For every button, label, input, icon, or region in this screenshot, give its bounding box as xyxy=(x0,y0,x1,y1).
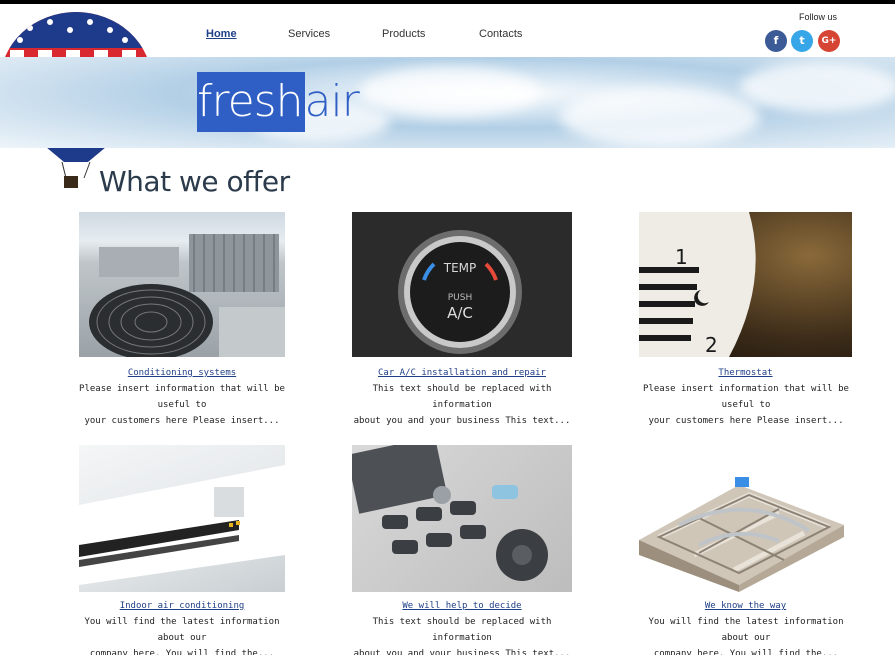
card-desc-line: Please insert information that will be u… xyxy=(643,384,849,410)
logo-fresh: fresh xyxy=(197,72,305,132)
facebook-icon[interactable]: f xyxy=(765,30,787,52)
indoor-ac-image[interactable] xyxy=(79,445,285,592)
card-desc-line: about you and your business This text... xyxy=(353,649,571,655)
card-desc: This text should be replaced with inform… xyxy=(352,381,572,429)
sky-banner xyxy=(0,57,895,148)
top-border xyxy=(0,0,895,4)
dial-temp-text: TEMP xyxy=(443,261,477,275)
remote-control-image[interactable] xyxy=(352,445,572,592)
card-desc-line: your customers here Please insert... xyxy=(84,416,280,426)
twitter-icon[interactable]: t xyxy=(791,30,813,52)
rooftop-ac-image[interactable] xyxy=(79,212,285,357)
card-link-way[interactable]: We know the way xyxy=(639,601,852,611)
nav-home[interactable]: Home xyxy=(206,28,237,40)
card-link-decide[interactable]: We will help to decide xyxy=(352,601,572,611)
card-link-car-ac[interactable]: Car A/C installation and repair xyxy=(352,368,572,378)
house-ducts-image[interactable] xyxy=(639,445,852,592)
card-desc-line: company here. You will find the... xyxy=(89,649,275,655)
follow-us-label: Follow us xyxy=(799,12,838,22)
card-desc: You will find the latest information abo… xyxy=(72,614,292,655)
card-desc-line: company here. You will find the... xyxy=(653,649,839,655)
card-desc: Please insert information that will be u… xyxy=(636,381,856,429)
dial-ac-text: A/C xyxy=(447,304,473,322)
thermostat-two: 2 xyxy=(705,333,718,357)
nav-contacts[interactable]: Contacts xyxy=(479,28,522,40)
dial-push-text: PUSH xyxy=(448,293,473,303)
site-logo[interactable]: freshair xyxy=(197,72,360,132)
thermostat-one: 1 xyxy=(675,245,688,269)
card-link-indoor[interactable]: Indoor air conditioning xyxy=(79,601,285,611)
card-desc-line: This text should be replaced with inform… xyxy=(372,617,552,643)
card-desc: Please insert information that will be u… xyxy=(72,381,292,429)
card-link-conditioning[interactable]: Conditioning systems xyxy=(79,368,285,378)
card-desc-line: You will find the latest information abo… xyxy=(84,617,280,643)
card-desc-line: This text should be replaced with inform… xyxy=(372,384,552,410)
car-ac-dial-image[interactable]: TEMP PUSH A/C xyxy=(352,212,572,357)
main-nav: Home Services Products Contacts xyxy=(0,28,895,44)
thermostat-image[interactable]: 1 2 xyxy=(639,212,852,357)
card-desc-line: Please insert information that will be u… xyxy=(79,384,285,410)
card-link-thermostat[interactable]: Thermostat xyxy=(639,368,852,378)
card-desc-line: You will find the latest information abo… xyxy=(648,617,844,643)
logo-air: air xyxy=(304,76,360,127)
card-desc-line: your customers here Please insert... xyxy=(648,416,844,426)
card-desc: You will find the latest information abo… xyxy=(636,614,856,655)
google-plus-icon[interactable]: G+ xyxy=(818,30,840,52)
nav-products[interactable]: Products xyxy=(382,28,425,40)
card-desc-line: about you and your business This text... xyxy=(353,416,571,426)
page-title: What we offer xyxy=(99,165,290,198)
nav-services[interactable]: Services xyxy=(288,28,330,40)
card-desc: This text should be replaced with inform… xyxy=(352,614,572,655)
